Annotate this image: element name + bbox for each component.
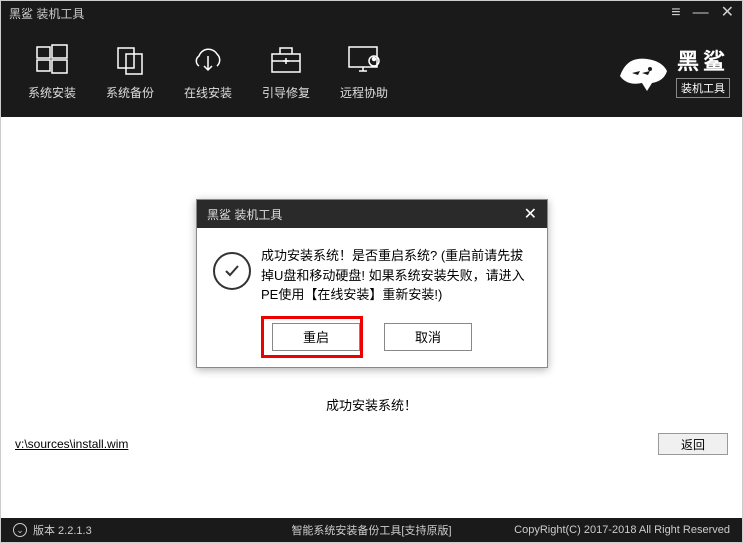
tab-label: 系统安装 (28, 84, 76, 101)
cloud-download-icon (190, 42, 226, 78)
checkmark-icon (213, 252, 251, 290)
tab-system-install[interactable]: 系统安装 (13, 34, 91, 109)
main-area: 黑鲨 装机工具 ✕ 成功安装系统！是否重启系统? (重启前请先拔掉U盘和移动硬盘… (1, 117, 742, 485)
brand-logo: 黑鲨 装机工具 (612, 41, 730, 101)
titlebar: 黑鲨 装机工具 ≡ — ✕ (1, 1, 742, 25)
copyright: CopyRight(C) 2017-2018 All Right Reserve… (514, 524, 730, 536)
footer-description: 智能系统安装备份工具[支持原版] (291, 522, 451, 538)
copy-icon (114, 42, 146, 78)
tab-system-backup[interactable]: 系统备份 (91, 34, 169, 109)
tab-label: 远程协助 (340, 84, 388, 101)
tab-label: 在线安装 (184, 84, 232, 101)
confirm-dialog: 黑鲨 装机工具 ✕ 成功安装系统！是否重启系统? (重启前请先拔掉U盘和移动硬盘… (196, 199, 548, 368)
back-button[interactable]: 返回 (658, 433, 728, 455)
header-tabs: 系统安装 系统备份 在线安装 引导修复 远程协助 (13, 34, 403, 109)
monitor-user-icon (346, 42, 382, 78)
shark-icon (612, 41, 672, 101)
restart-button[interactable]: 重启 (272, 323, 360, 351)
dialog-content: 成功安装系统！是否重启系统? (重启前请先拔掉U盘和移动硬盘! 如果系统安装失败… (213, 246, 531, 305)
chevron-down-icon[interactable]: ⌄ (13, 523, 27, 537)
version-info: ⌄ 版本 2.2.1.3 (13, 522, 92, 538)
minimize-icon[interactable]: — (693, 5, 709, 21)
app-title: 黑鲨 装机工具 (9, 5, 84, 22)
dialog-title: 黑鲨 装机工具 (207, 206, 282, 223)
close-icon[interactable]: ✕ (721, 5, 734, 21)
dialog-message: 成功安装系统！是否重启系统? (重启前请先拔掉U盘和移动硬盘! 如果系统安装失败… (261, 246, 531, 305)
bottom-bar: v:\sources\install.wim 返回 (1, 427, 742, 461)
dialog-body: 成功安装系统！是否重启系统? (重启前请先拔掉U盘和移动硬盘! 如果系统安装失败… (197, 228, 547, 367)
tab-label: 系统备份 (106, 84, 154, 101)
logo-main: 黑鲨 (677, 44, 729, 76)
footer: ⌄ 版本 2.2.1.3 智能系统安装备份工具[支持原版] CopyRight(… (1, 518, 742, 542)
header: 系统安装 系统备份 在线安装 引导修复 远程协助 (1, 25, 742, 117)
status-text: 成功安装系统！ (326, 395, 417, 414)
tab-boot-repair[interactable]: 引导修复 (247, 34, 325, 109)
menu-icon[interactable]: ≡ (671, 5, 680, 21)
tab-remote-assist[interactable]: 远程协助 (325, 34, 403, 109)
dialog-titlebar: 黑鲨 装机工具 ✕ (197, 200, 547, 228)
dialog-close-icon[interactable]: ✕ (520, 204, 541, 224)
logo-sub: 装机工具 (676, 78, 730, 98)
cancel-button[interactable]: 取消 (384, 323, 472, 351)
windows-icon (35, 42, 69, 78)
logo-text: 黑鲨 装机工具 (676, 44, 730, 98)
file-path[interactable]: v:\sources\install.wim (15, 437, 128, 451)
version-label: 版本 2.2.1.3 (33, 522, 92, 538)
tab-label: 引导修复 (262, 84, 310, 101)
window-controls: ≡ — ✕ (671, 5, 734, 21)
toolbox-icon (269, 42, 303, 78)
tab-online-install[interactable]: 在线安装 (169, 34, 247, 109)
dialog-buttons: 重启 取消 (213, 323, 531, 351)
